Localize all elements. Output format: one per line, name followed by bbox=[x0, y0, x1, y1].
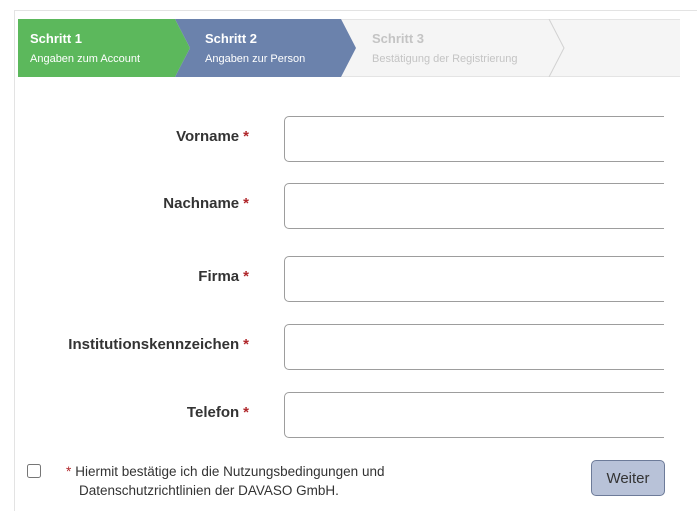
required-marker: * bbox=[243, 404, 249, 421]
institutionskennzeichen-label-text: Institutionskennzeichen bbox=[68, 336, 240, 353]
telefon-input[interactable] bbox=[284, 392, 679, 438]
nachname-input[interactable] bbox=[284, 183, 679, 229]
step3-separator bbox=[548, 19, 565, 77]
form-row-telefon: Telefon * bbox=[0, 392, 697, 440]
required-marker: * bbox=[243, 268, 249, 285]
firma-input[interactable] bbox=[284, 256, 679, 302]
telefon-label-text: Telefon bbox=[186, 404, 240, 421]
institutionskennzeichen-label: Institutionskennzeichen * bbox=[68, 336, 249, 353]
step-3-title: Schritt 3 bbox=[372, 31, 425, 46]
form-row-institutionskennzeichen: Institutionskennzeichen * bbox=[0, 324, 697, 372]
terms-text: * Hiermit bestätige ich die Nutzungsbedin… bbox=[66, 462, 486, 500]
vorname-input[interactable] bbox=[284, 116, 679, 162]
required-marker: * bbox=[243, 128, 249, 145]
nachname-label: Nachname * bbox=[163, 195, 249, 212]
step-2-title: Schritt 2 bbox=[205, 31, 258, 46]
terms-line-2: Datenschutzrichtlinien der DAVASO GmbH. bbox=[79, 483, 339, 498]
form-row-nachname: Nachname * bbox=[0, 183, 697, 231]
firma-label-text: Firma bbox=[198, 268, 240, 285]
form-row-firma: Firma * bbox=[0, 256, 697, 304]
step-1-title: Schritt 1 bbox=[30, 31, 83, 46]
nachname-label-text: Nachname bbox=[163, 195, 240, 212]
terms-line-1: Hiermit bestätige ich die Nutzungsbeding… bbox=[75, 464, 385, 479]
step-1-subtitle: Angaben zum Account bbox=[30, 53, 141, 65]
weiter-button[interactable]: Weiter bbox=[591, 460, 665, 496]
registration-stepper: Schritt 1 Angaben zum Account Schritt 2 … bbox=[18, 19, 680, 77]
terms-required-marker: * bbox=[66, 464, 72, 479]
step-2: Schritt 2 Angaben zur Person bbox=[205, 31, 305, 67]
vorname-label: Vorname * bbox=[176, 128, 249, 145]
telefon-label: Telefon * bbox=[187, 404, 249, 421]
institutionskennzeichen-input[interactable] bbox=[284, 324, 679, 370]
required-marker: * bbox=[243, 336, 249, 353]
step-3: Schritt 3 Bestätigung der Registrierung bbox=[372, 31, 518, 67]
step-1: Schritt 1 Angaben zum Account bbox=[30, 31, 140, 67]
form-row-vorname: Vorname * bbox=[0, 116, 697, 164]
step-2-subtitle: Angaben zur Person bbox=[205, 53, 306, 65]
viewport-edge bbox=[664, 110, 697, 450]
terms-checkbox[interactable] bbox=[27, 464, 41, 478]
firma-label: Firma * bbox=[198, 268, 249, 285]
step-3-subtitle: Bestätigung der Registrierung bbox=[372, 53, 518, 65]
vorname-label-text: Vorname bbox=[176, 128, 240, 145]
required-marker: * bbox=[243, 195, 249, 212]
